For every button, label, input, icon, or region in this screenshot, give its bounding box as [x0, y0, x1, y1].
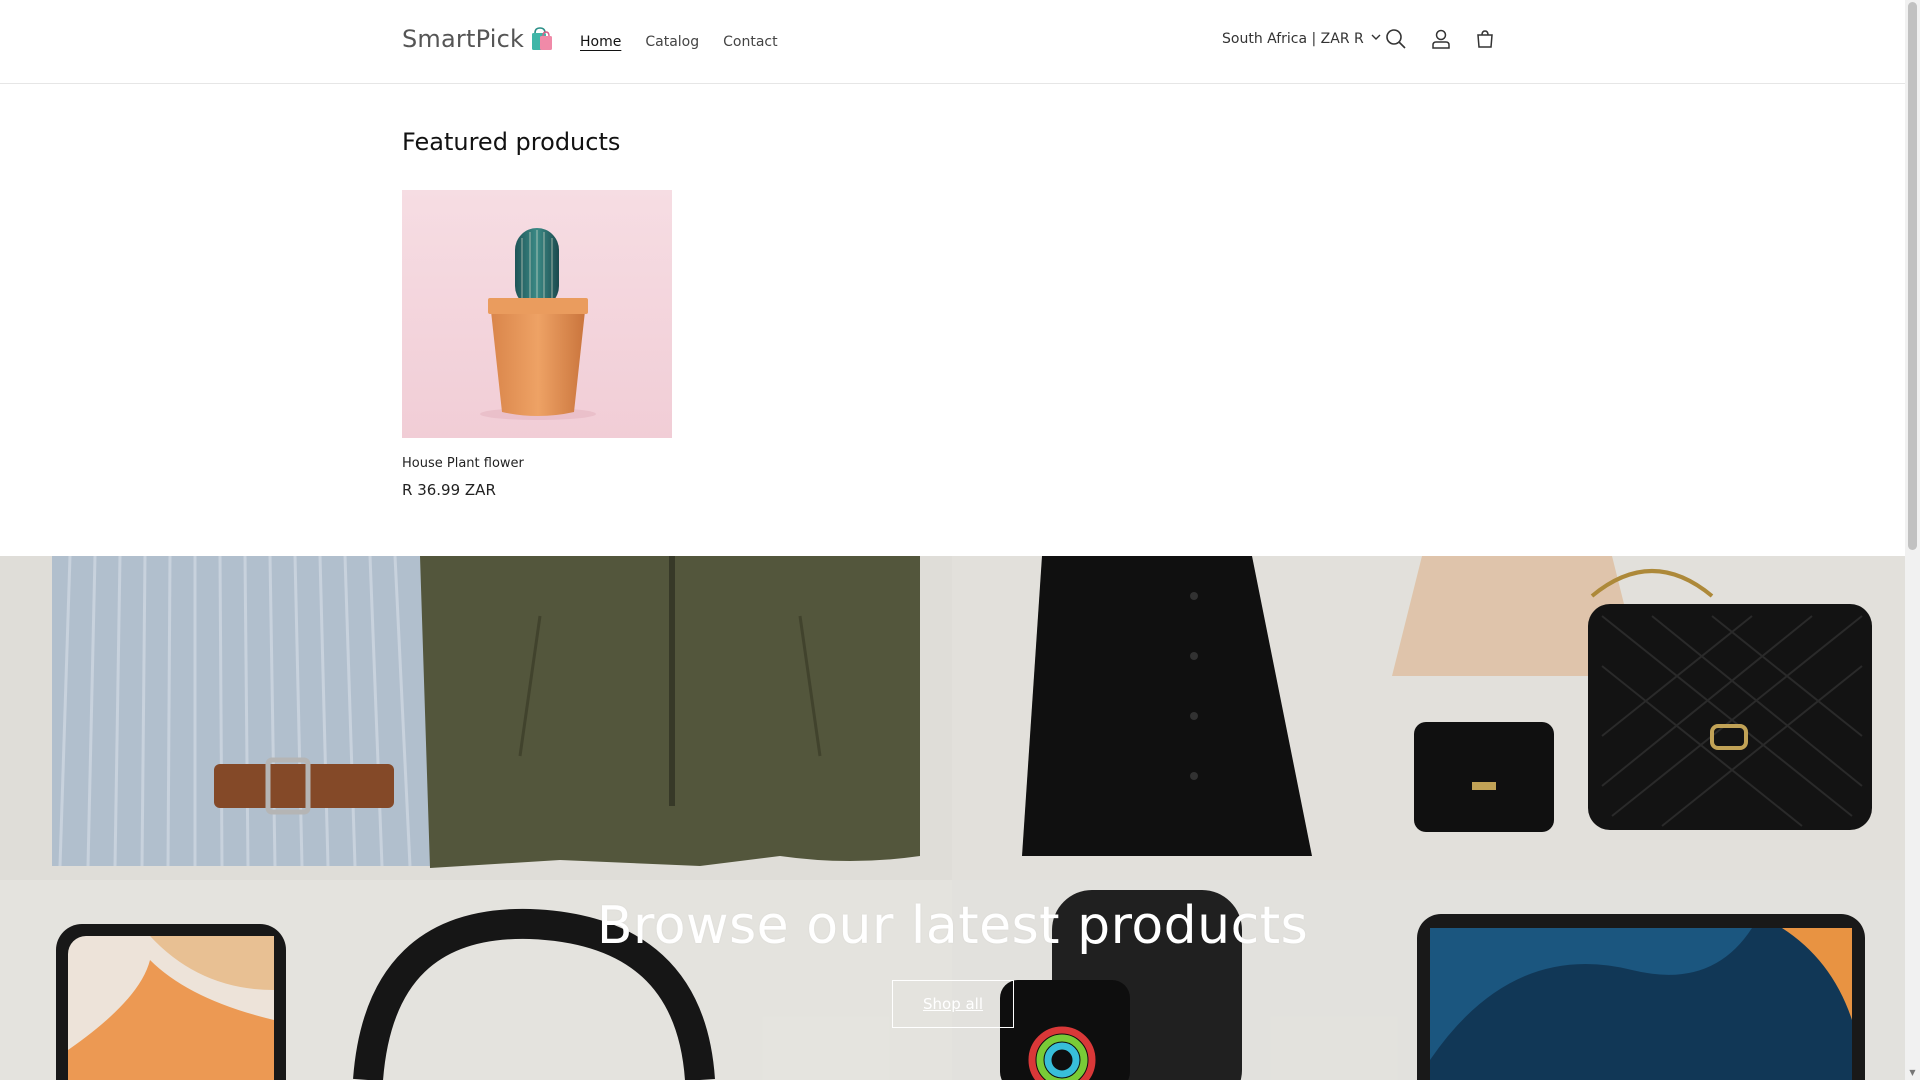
- search-button[interactable]: [1381, 26, 1411, 56]
- main-nav: Home Catalog Contact: [568, 30, 790, 54]
- site-header: SmartPick Home Catalog Contact South Afr…: [0, 0, 1905, 84]
- product-image[interactable]: [402, 190, 672, 438]
- cactus-in-pot-image: [480, 228, 596, 420]
- search-icon: [1385, 28, 1407, 54]
- cart-icon: [1474, 28, 1496, 54]
- nav-contact[interactable]: Contact: [711, 30, 789, 54]
- logo-text: SmartPick: [402, 25, 525, 53]
- nav-home[interactable]: Home: [568, 30, 633, 54]
- page-scrollbar[interactable]: ▼: [1905, 0, 1920, 1080]
- shopping-bag-icon: [527, 25, 555, 53]
- product-price: R 36.99 ZAR: [402, 481, 496, 499]
- shop-all-button[interactable]: Shop all: [892, 980, 1014, 1028]
- cart-button[interactable]: [1470, 26, 1500, 56]
- product-name[interactable]: House Plant flower: [402, 456, 672, 471]
- banner-heading: Browse our latest products: [596, 896, 1309, 956]
- product-card[interactable]: House Plant flower R 36.99 ZAR: [402, 190, 672, 499]
- country-selector[interactable]: South Africa | ZAR R: [1222, 31, 1382, 47]
- country-selector-label: South Africa | ZAR R: [1222, 31, 1364, 47]
- chevron-down-icon: [1370, 31, 1382, 47]
- logo[interactable]: SmartPick: [402, 25, 555, 53]
- nav-catalog[interactable]: Catalog: [633, 30, 711, 54]
- scroll-down-arrow-icon[interactable]: ▼: [1908, 1068, 1917, 1078]
- scrollbar-thumb[interactable]: [1908, 2, 1917, 550]
- account-button[interactable]: [1426, 26, 1456, 56]
- account-icon: [1430, 28, 1452, 54]
- featured-products-title: Featured products: [402, 128, 621, 156]
- collection-banner: Browse our latest products Shop all: [0, 556, 1905, 1080]
